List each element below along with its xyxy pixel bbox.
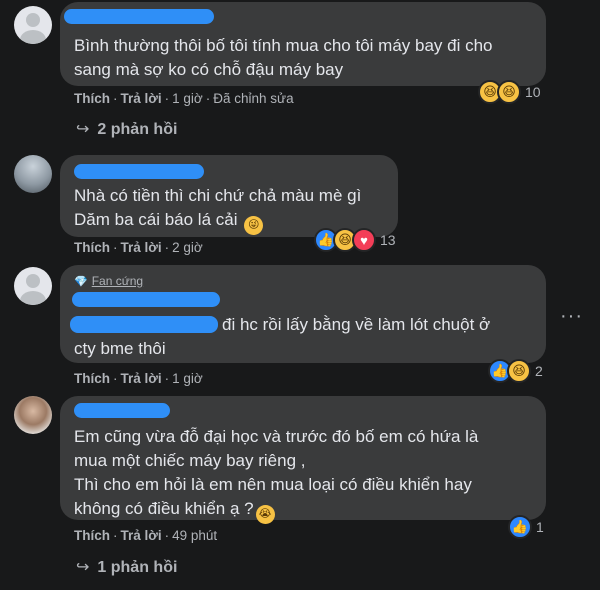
haha-icon: 😆 (507, 359, 531, 383)
view-replies-link[interactable]: ↪ 2 phản hồi (76, 119, 177, 139)
emoji-icon: 😭 (255, 505, 275, 524)
comment-text: Thì cho em hỏi là em nên mua loại có điề… (74, 475, 472, 494)
like-button[interactable]: Thích (74, 528, 110, 543)
comment-actions: Thích · Trả lời · 2 giờ (74, 240, 203, 255)
comment-text: cty bme thôi (74, 339, 166, 358)
like-icon: 👍 (508, 515, 532, 539)
reaction-summary[interactable]: 👍 😆 2 (488, 359, 543, 383)
reaction-count: 13 (380, 232, 396, 248)
comment-actions: Thích · Trả lời · 49 phút (74, 528, 218, 543)
comment-actions: Thích · Trả lời · 1 giờ (74, 371, 203, 386)
author-name-redacted[interactable] (74, 164, 204, 179)
comment-actions: Thích · Trả lời · 1 giờ · Đã chỉnh sửa (74, 91, 294, 106)
reply-arrow-icon: ↪ (76, 121, 90, 138)
top-fan-badge[interactable]: 💎 Fan cứng (74, 274, 143, 288)
reply-button[interactable]: Trả lời (121, 371, 162, 386)
comment-text: sang mà sợ ko có chỗ đậu máy bay (74, 60, 344, 79)
edited-label: Đã chỉnh sửa (213, 91, 294, 106)
reaction-count: 1 (536, 519, 544, 535)
avatar[interactable] (14, 396, 52, 434)
like-button[interactable]: Thích (74, 371, 110, 386)
reaction-summary[interactable]: 😆 😆 10 (478, 80, 541, 104)
more-options-icon[interactable]: ··· (560, 305, 583, 328)
comment-text: Em cũng vừa đỗ đại học và trước đó bố em… (74, 427, 479, 446)
reply-button[interactable]: Trả lời (121, 528, 162, 543)
reaction-count: 2 (535, 363, 543, 379)
reply-button[interactable]: Trả lời (121, 240, 162, 255)
reply-arrow-icon: ↪ (76, 559, 90, 576)
avatar[interactable] (14, 155, 52, 193)
heart-icon: ♥ (352, 228, 376, 252)
comment-text: mua một chiếc máy bay riêng , (74, 451, 306, 470)
author-name-redacted[interactable] (74, 403, 170, 418)
comment-text: Nhà có tiền thì chi chứ chả màu mè gì (74, 186, 362, 205)
timestamp[interactable]: 1 giờ (172, 91, 203, 106)
reaction-count: 10 (525, 84, 541, 100)
view-replies-link[interactable]: ↪ 1 phản hồi (76, 557, 177, 577)
reaction-summary[interactable]: 👍 😆 ♥ 13 (314, 228, 396, 252)
emoji-icon: 😜 (244, 216, 264, 235)
diamond-icon: 💎 (74, 276, 88, 288)
redaction-bar (70, 316, 218, 333)
like-button[interactable]: Thích (74, 91, 110, 106)
author-name-redacted[interactable] (64, 9, 214, 24)
comment-text: đi hc rồi lấy bằng về làm lót chuột ở (222, 315, 491, 334)
reaction-summary[interactable]: 👍 1 (508, 515, 544, 539)
timestamp[interactable]: 2 giờ (172, 240, 203, 255)
avatar[interactable] (14, 267, 52, 305)
like-button[interactable]: Thích (74, 240, 110, 255)
timestamp[interactable]: 1 giờ (172, 371, 203, 386)
haha-icon: 😆 (497, 80, 521, 104)
timestamp[interactable]: 49 phút (172, 528, 217, 543)
reply-button[interactable]: Trả lời (121, 91, 162, 106)
avatar[interactable] (14, 6, 52, 44)
comment-text: Bình thường thôi bố tôi tính mua cho tôi… (74, 36, 493, 55)
comment-text: Dăm ba cái báo lá cải 😜 (74, 207, 264, 235)
author-name-redacted[interactable] (72, 292, 220, 307)
comment-text: không có điều khiển ạ ? 😭 (74, 496, 275, 524)
